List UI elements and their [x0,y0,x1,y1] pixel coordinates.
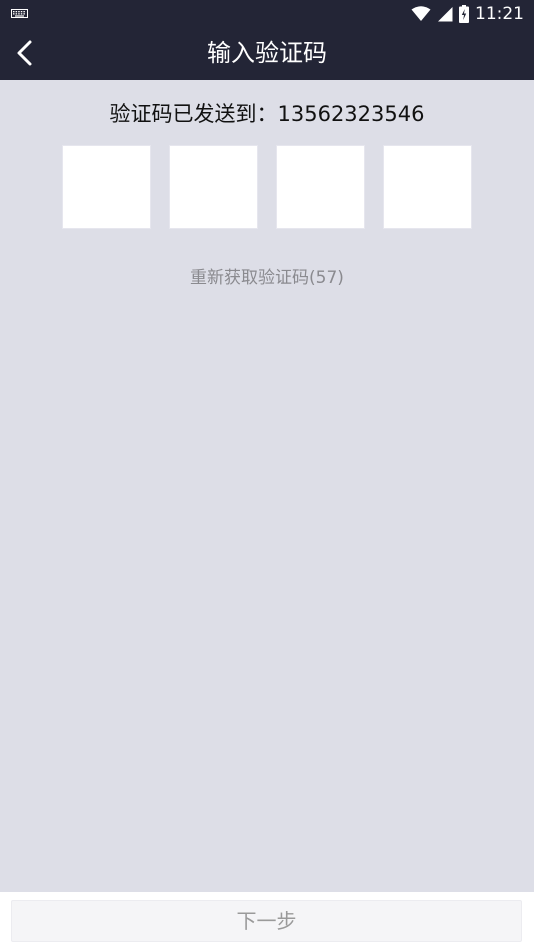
status-bar: 11:21 [0,0,534,27]
main-content: 验证码已发送到：13562323546 重新获取验证码(57) [0,80,534,892]
code-input-group [62,145,472,229]
resend-code-link[interactable]: 重新获取验证码(57) [0,263,534,288]
code-digit-4[interactable] [383,145,472,229]
keyboard-icon [11,9,28,18]
phone-number: 13562323546 [277,102,425,126]
code-digit-2[interactable] [169,145,258,229]
signal-icon [438,7,453,22]
code-digit-1[interactable] [62,145,151,229]
status-time: 11:21 [475,4,524,24]
wifi-icon [411,6,431,21]
footer: 下一步 [0,892,534,950]
app-header: 输入验证码 [0,27,534,80]
sent-label: 验证码已发送到： [109,102,278,126]
status-icons: 11:21 [411,3,524,25]
battery-charging-icon [459,5,469,23]
code-digit-3[interactable] [276,145,365,229]
page-title: 输入验证码 [207,39,327,67]
next-button[interactable]: 下一步 [11,900,522,942]
sent-to-line: 验证码已发送到：13562323546 [0,98,534,128]
